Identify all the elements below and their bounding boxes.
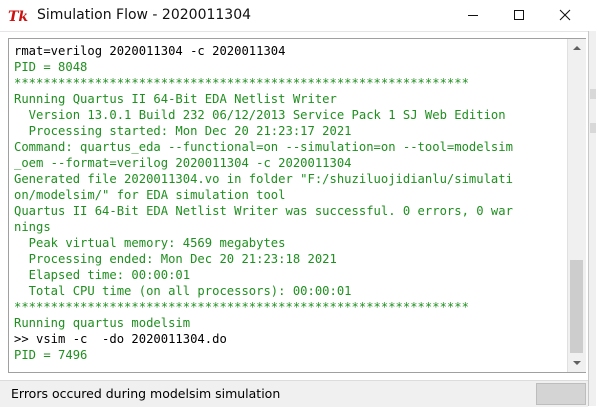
console-line: Quartus II 64-Bit EDA Netlist Writer was… <box>14 204 513 218</box>
minimize-button[interactable] <box>450 0 496 30</box>
scrollbar-thumb[interactable] <box>570 260 583 353</box>
console-line: nings <box>14 220 51 234</box>
console-line: Command: quartus_eda --functional=on --s… <box>14 140 513 154</box>
console-line: _oem --format=verilog 2020011304 -c 2020… <box>14 156 352 170</box>
console-line: rmat=verilog 2020011304 -c 2020011304 <box>14 44 286 58</box>
scroll-up-button[interactable] <box>569 40 585 56</box>
console-line: Peak virtual memory: 4569 megabytes <box>14 236 286 250</box>
console-line: Running quartus modelsim <box>14 316 191 330</box>
console-line: Version 13.0.1 Build 232 06/12/2013 Serv… <box>14 108 506 122</box>
console-line: Total CPU time (on all processors): 00:0… <box>14 284 352 298</box>
arrow-down-icon <box>573 361 581 365</box>
console-line: Processing ended: Mon Dec 20 21:23:18 20… <box>14 252 337 266</box>
console-line: PID = 7496 <box>14 348 88 362</box>
svg-text:Tk: Tk <box>8 9 28 25</box>
console-line: ****************************************… <box>14 300 469 314</box>
console-frame: rmat=verilog 2020011304 -c 2020011304 PID… <box>8 38 586 373</box>
vertical-scrollbar[interactable] <box>567 39 586 372</box>
console-line: Generated file 2020011304.vo in folder "… <box>14 172 513 186</box>
background-window-notch <box>590 123 596 133</box>
tk-feather-icon: Tk <box>8 6 30 26</box>
status-message: Errors occured during modelsim simulatio… <box>11 386 281 401</box>
console-line: >> vsim -c -do 2020011304.do <box>14 332 227 346</box>
console-output[interactable]: rmat=verilog 2020011304 -c 2020011304 PID… <box>14 43 566 369</box>
background-window-notch <box>590 89 596 99</box>
close-icon <box>559 9 571 21</box>
progress-indicator <box>536 383 586 405</box>
title-bar[interactable]: Tk Simulation Flow - 2020011304 <box>0 0 596 32</box>
arrow-up-icon <box>573 46 581 50</box>
window-title: Simulation Flow - 2020011304 <box>37 7 252 23</box>
status-bar: Errors occured during modelsim simulatio… <box>0 380 588 407</box>
console-line: Running Quartus II 64-Bit EDA Netlist Wr… <box>14 92 337 106</box>
background-window-edge <box>588 31 596 406</box>
console-line: Processing started: Mon Dec 20 21:23:17 … <box>14 124 352 138</box>
scroll-down-button[interactable] <box>569 355 585 371</box>
maximize-icon <box>514 10 524 20</box>
console-line: on/modelsim/" for EDA simulation tool <box>14 188 286 202</box>
minimize-icon <box>468 15 478 16</box>
maximize-button[interactable] <box>496 0 542 30</box>
console-line: Elapsed time: 00:00:01 <box>14 268 191 282</box>
close-button[interactable] <box>542 0 588 30</box>
console-line: ****************************************… <box>14 76 469 90</box>
console-line: PID = 8048 <box>14 60 88 74</box>
